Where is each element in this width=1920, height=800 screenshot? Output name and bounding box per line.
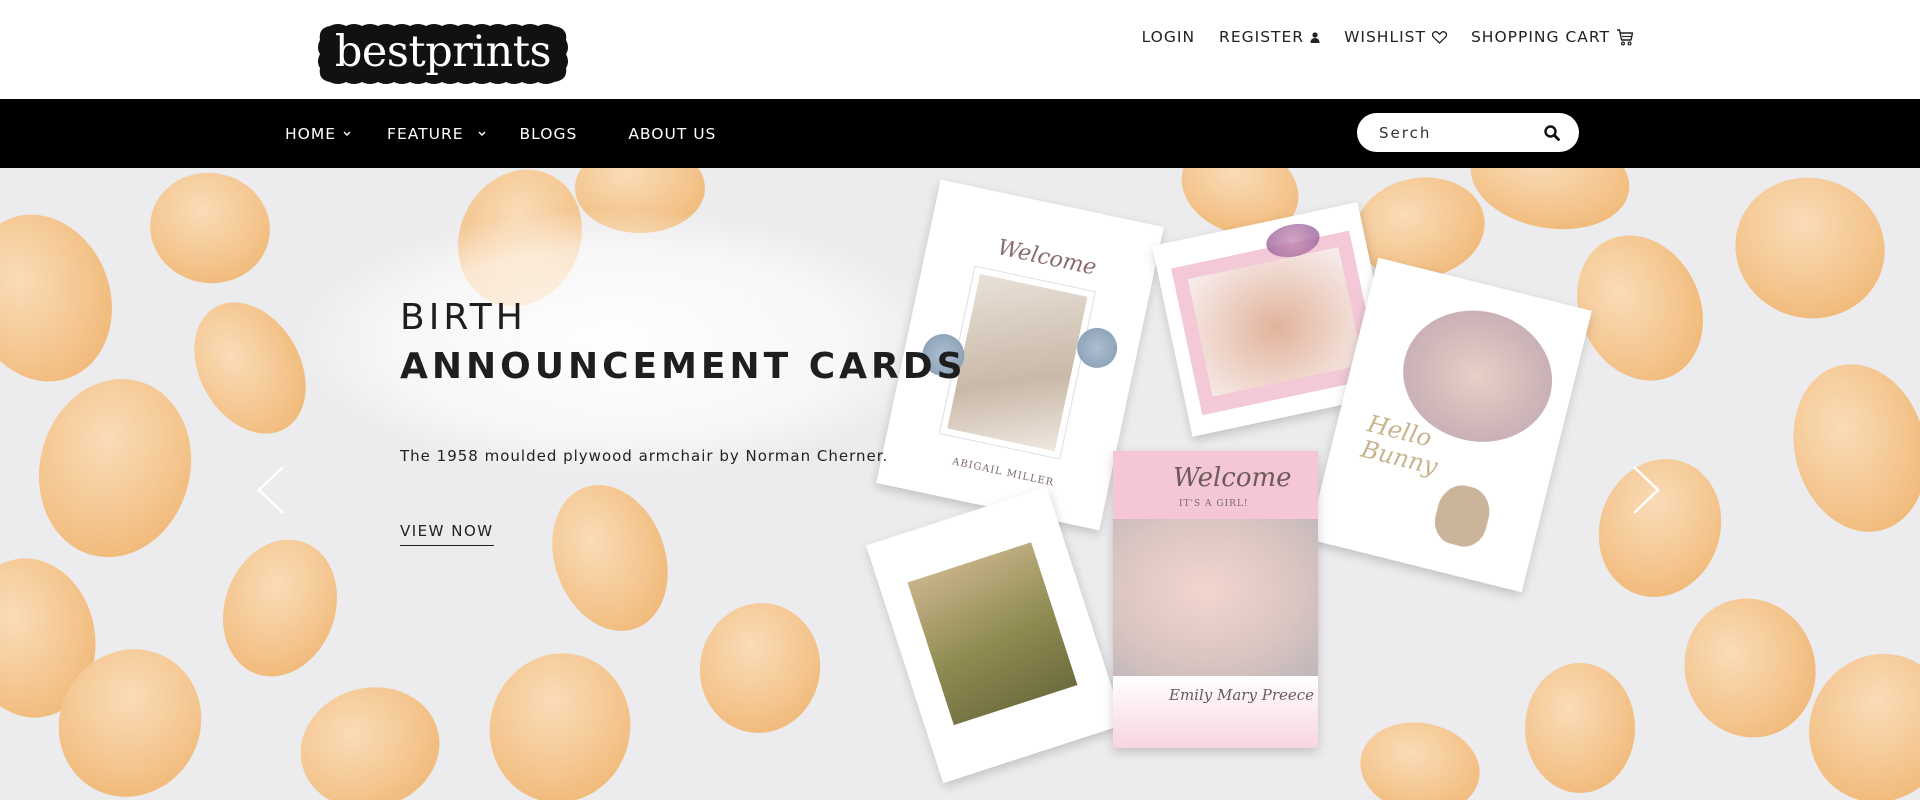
card-couple-photo: [866, 486, 1124, 784]
hero-title-line2: ANNOUNCEMENT CARDS: [400, 346, 967, 387]
search-box: [1357, 113, 1579, 152]
site-header: bestprints LOGIN REGISTER WISHLIST SHOPP…: [0, 0, 1920, 99]
main-navbar: HOME FEATURE BLOGS ABOUT US: [0, 99, 1920, 168]
bunny-illustration: [1429, 480, 1495, 552]
nav-item-feature[interactable]: FEATURE: [387, 125, 486, 143]
baby-photo: [1113, 519, 1318, 676]
card-baby-name: Emily Mary Preece: [1169, 686, 1315, 704]
wishlist-link[interactable]: WISHLIST: [1344, 28, 1447, 46]
login-link[interactable]: LOGIN: [1142, 28, 1195, 46]
wishlist-label: WISHLIST: [1344, 28, 1426, 46]
primary-nav: HOME FEATURE BLOGS ABOUT US: [285, 99, 716, 168]
cart-icon: [1616, 28, 1634, 46]
register-label: REGISTER: [1219, 28, 1305, 46]
logo-wordmark: bestprints: [334, 27, 552, 77]
nav-item-label: ABOUT US: [628, 124, 717, 143]
user-icon: [1310, 31, 1320, 43]
chevron-right-icon[interactable]: [1628, 463, 1664, 517]
hero-heading: BIRTH ANNOUNCEMENT CARDS: [400, 296, 967, 394]
card-baby-name: ABIGAIL MILLER: [951, 456, 1056, 489]
nav-item-label: BLOGS: [519, 124, 578, 143]
search-input[interactable]: [1379, 113, 1529, 152]
login-label: LOGIN: [1141, 28, 1196, 46]
hero-slider: Welcome ABIGAIL MILLER Hello Bunny Welco…: [0, 168, 1920, 800]
hero-title-line1: BIRTH: [400, 297, 527, 338]
chevron-down-icon: [478, 131, 486, 137]
card-welcome-script: Welcome: [1173, 463, 1292, 493]
cart-link[interactable]: SHOPPING CART: [1471, 28, 1634, 46]
chevron-left-icon[interactable]: [253, 463, 289, 517]
brand-logo[interactable]: bestprints: [316, 22, 570, 86]
register-link[interactable]: REGISTER: [1219, 28, 1320, 46]
birth-cards-collage: Welcome ABIGAIL MILLER Hello Bunny Welco…: [866, 179, 1630, 790]
nav-item-label: FEATURE: [387, 124, 464, 143]
nav-item-about-us[interactable]: ABOUT US: [628, 125, 716, 143]
nav-item-label: HOME: [285, 124, 337, 143]
nav-item-home[interactable]: HOME: [285, 125, 351, 143]
user-nav: LOGIN REGISTER WISHLIST SHOPPING CART: [1142, 28, 1634, 46]
search-icon[interactable]: [1543, 124, 1561, 142]
view-now-button[interactable]: VIEW NOW: [400, 522, 494, 546]
card-welcome-girl: Welcome IT'S A GIRL! Emily Mary Preece: [1113, 451, 1318, 748]
heart-icon: [1431, 30, 1447, 44]
cart-label: SHOPPING CART: [1470, 28, 1610, 46]
nav-item-blogs[interactable]: BLOGS: [520, 125, 578, 143]
couple-photo: [907, 542, 1078, 726]
card-its-a-girl: IT'S A GIRL!: [1179, 499, 1249, 509]
hero-subtitle: The 1958 moulded plywood armchair by Nor…: [400, 447, 889, 465]
baby-photo: [1187, 247, 1364, 397]
chevron-down-icon: [343, 131, 351, 137]
